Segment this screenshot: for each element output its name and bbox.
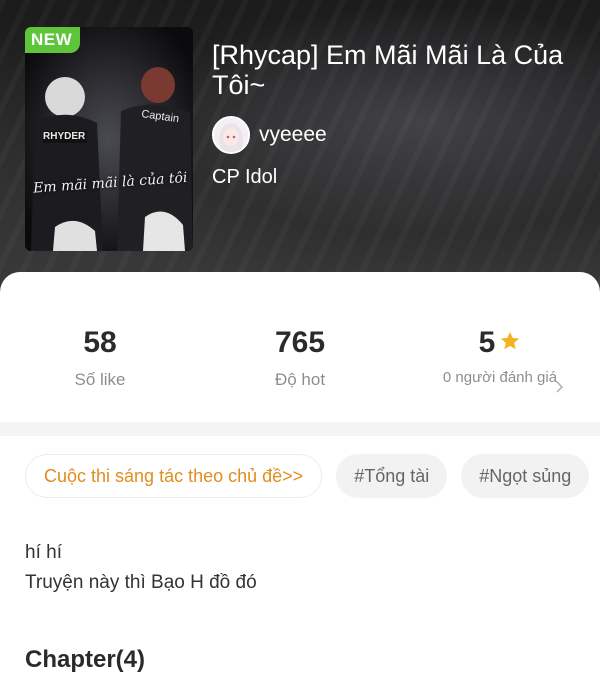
section-divider bbox=[0, 422, 600, 436]
tag-ngot-sung[interactable]: #Ngọt sủng bbox=[461, 454, 590, 498]
avatar-image bbox=[214, 118, 248, 152]
description-line: Truyện này thì Bạo H đồ đó bbox=[25, 572, 257, 593]
description-line: hí hí bbox=[25, 542, 62, 563]
chevron-right-icon[interactable] bbox=[555, 380, 565, 399]
likes-label: Số like bbox=[74, 370, 126, 389]
chapter-heading[interactable]: Chapter(4) bbox=[25, 646, 145, 674]
svg-text:RHYDER: RHYDER bbox=[43, 131, 86, 142]
stat-hot: 765 Độ hot bbox=[240, 326, 360, 390]
tag-tong-tai[interactable]: #Tổng tài bbox=[336, 454, 448, 498]
story-detail-card: 58 Số like 765 Độ hot 5 0 người đánh giá bbox=[0, 272, 600, 681]
avatar[interactable] bbox=[212, 116, 250, 154]
story-category[interactable]: CP Idol bbox=[212, 166, 277, 189]
cover-artwork: RHYDER Captain bbox=[25, 27, 193, 251]
star-icon bbox=[499, 326, 521, 360]
likes-value: 58 bbox=[83, 326, 117, 359]
hot-value: 765 bbox=[274, 326, 326, 359]
hot-label: Độ hot bbox=[274, 370, 326, 389]
story-cover[interactable]: RHYDER Captain NEW Em mãi mãi là của tôi bbox=[25, 27, 193, 251]
tag-contest[interactable]: Cuộc thi sáng tác theo chủ đề>> bbox=[25, 454, 323, 498]
tag-list: Cuộc thi sáng tác theo chủ đề>> #Tổng tà… bbox=[25, 454, 590, 498]
new-badge: NEW bbox=[25, 27, 81, 53]
stat-rating[interactable]: 5 0 người đánh giá bbox=[440, 326, 560, 388]
story-description: hí hí Truyện này thì Bạo H đồ đó bbox=[25, 538, 257, 598]
author-row[interactable]: vyeeee bbox=[212, 116, 327, 154]
story-title: [Rhycap] Em Mãi Mãi Là Của Tôi~ bbox=[212, 40, 564, 100]
stat-likes: 58 Số like bbox=[40, 326, 160, 390]
author-name[interactable]: vyeeee bbox=[259, 123, 327, 147]
rating-label: 0 người đánh giá bbox=[442, 369, 558, 386]
stats-row: 58 Số like 765 Độ hot 5 0 người đánh giá bbox=[0, 272, 600, 422]
rating-value: 5 bbox=[478, 326, 496, 359]
